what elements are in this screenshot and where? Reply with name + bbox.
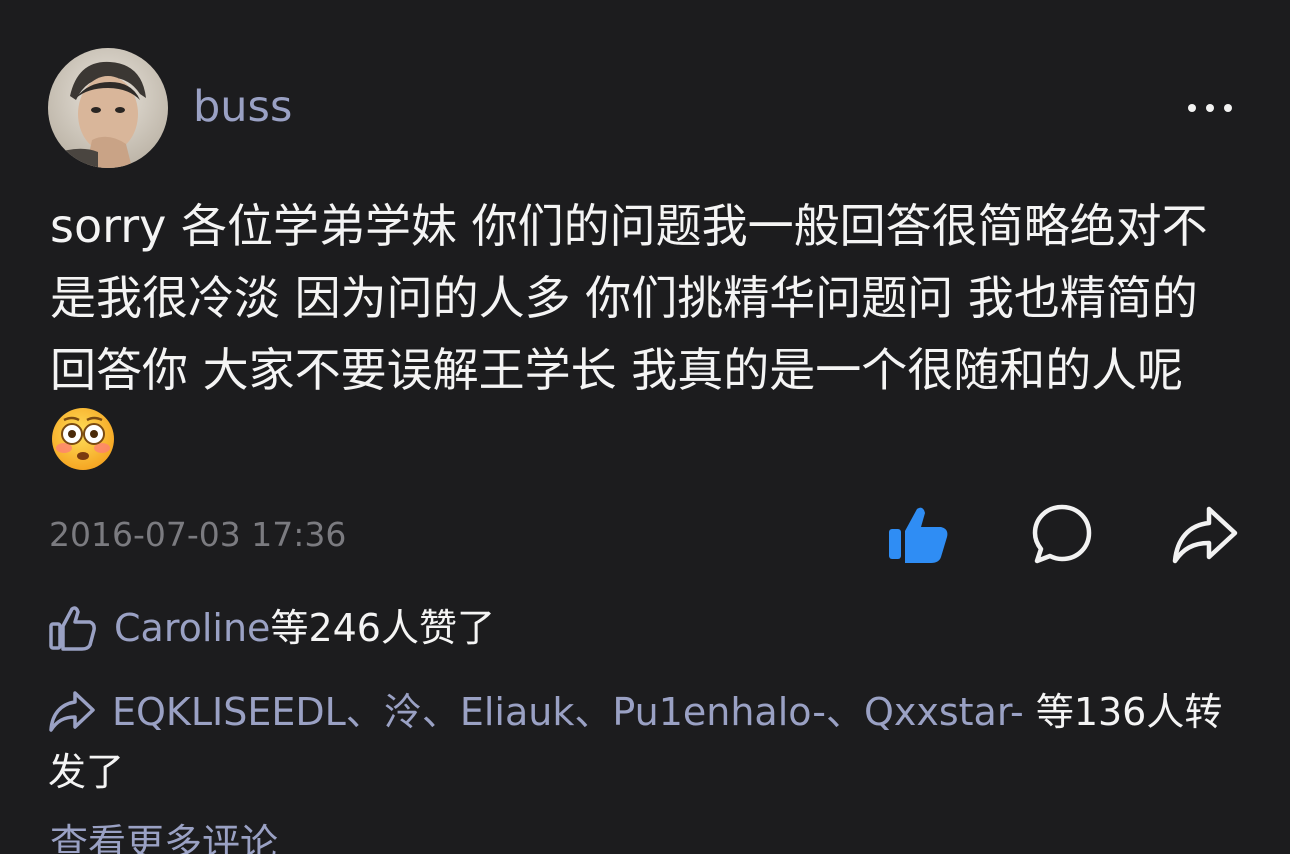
post-text: sorry 各位学弟学妹 你们的问题我一般回答很简略绝对不是我很冷淡 因为问的人… <box>50 199 1208 397</box>
liker-name[interactable]: Caroline <box>114 598 270 658</box>
reposter-name[interactable]: 泠 <box>384 690 422 734</box>
repost-outline-icon <box>48 687 98 737</box>
share-button[interactable] <box>1170 498 1242 570</box>
reposter-name[interactable]: EQKLISEEDL <box>112 690 346 734</box>
more-icon-dot <box>1224 104 1232 112</box>
post-card: buss sorry 各位学弟学妹 你们的问题我一般回答很简略绝对不是我很冷淡 … <box>0 0 1290 854</box>
thumbs-up-outline-icon <box>48 603 98 653</box>
avatar-image <box>48 48 168 168</box>
comment-button[interactable] <box>1026 498 1098 570</box>
more-icon <box>1188 104 1196 112</box>
name-separator: 、 <box>345 690 384 734</box>
name-separator: 、 <box>825 690 864 734</box>
reposts-summary: EQKLISEEDL、泠、Eliauk、Pu1enhalo-、Qxxstar- … <box>48 682 1248 802</box>
like-button[interactable] <box>882 498 954 570</box>
more-icon-dot <box>1206 104 1214 112</box>
post-timestamp: 2016-07-03 17:36 <box>49 515 347 554</box>
username[interactable]: buss <box>193 82 292 132</box>
comment-icon <box>1032 504 1092 564</box>
name-separator: 、 <box>574 690 613 734</box>
post-content: sorry 各位学弟学妹 你们的问题我一般回答很简略绝对不是我很冷淡 因为问的人… <box>50 190 1240 482</box>
flushed-face-icon <box>50 406 116 472</box>
likes-count-text: 等246人赞了 <box>270 606 495 650</box>
thumbs-up-icon <box>889 507 948 563</box>
share-icon <box>1172 506 1238 564</box>
reposter-name[interactable]: Eliauk <box>460 690 575 734</box>
likes-summary[interactable]: Caroline 等246人赞了 <box>48 598 495 658</box>
name-separator: 、 <box>421 690 460 734</box>
more-options-button[interactable] <box>1180 88 1240 128</box>
reposter-name[interactable]: Pu1enhalo- <box>612 690 826 734</box>
reposter-name[interactable]: Qxxstar- <box>864 690 1024 734</box>
view-more-comments-link[interactable]: 查看更多评论 <box>50 818 278 854</box>
avatar[interactable] <box>48 48 168 168</box>
